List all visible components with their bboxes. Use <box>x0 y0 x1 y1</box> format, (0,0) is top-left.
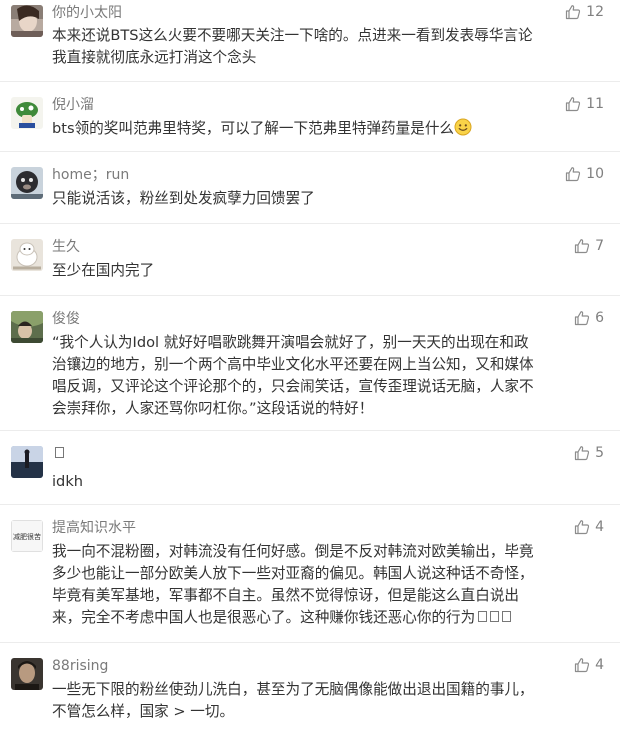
username[interactable]: 88rising <box>52 657 108 675</box>
comment-text-line: 只能说活该，粉丝到处发疯孽力回馈罢了 <box>52 190 315 207</box>
thumbs-up-icon <box>574 310 590 326</box>
like-button[interactable]: 6 <box>574 309 604 327</box>
like-count: 4 <box>595 519 604 535</box>
like-button[interactable]: 5 <box>574 444 604 462</box>
thumbs-up-icon <box>574 238 590 254</box>
comment-text-line: idkh <box>52 473 84 490</box>
comment-text-line: 唱反调，又评论这个评论那个的，只会闹笑话，宣传歪理说话无脑，人家不 <box>52 378 534 395</box>
comment-item: 倪小溜 11 bts领的奖叫范弗里特奖，可以了解一下范弗里特弹药量是什么 <box>0 82 620 152</box>
comment-text-line: “我个人认为Idol 就好好唱歌跳舞开演唱会就好了，别一天天的出现在和政 <box>52 334 529 351</box>
comment-text: 至少在国内完了 <box>52 260 604 282</box>
smile-emoji-icon <box>454 118 472 136</box>
comment-text: 本来还说BTS这么火要不要哪天关注一下啥的。点进来一看到发表辱华言论 我直接就彻… <box>52 25 604 69</box>
missing-glyph-icon <box>478 611 488 622</box>
comment-text-line: 多少也能让一部分欧美人放下一些对亚裔的偏见。韩国人说这种话不奇怪， <box>52 565 534 582</box>
comment-text: 我一向不混粉圈，对韩流没有任何好感。倒是不反对韩流对欧美输出，毕竟 多少也能让一… <box>52 541 604 629</box>
comment-text-line: 至少在国内完了 <box>52 262 155 279</box>
thumbs-up-icon <box>574 657 590 673</box>
comment-text: 只能说活该，粉丝到处发疯孽力回馈罢了 <box>52 188 604 210</box>
like-count: 10 <box>586 166 604 182</box>
like-button[interactable]: 7 <box>574 237 604 255</box>
comment-text-line: 会崇拜你，人家还骂你叼杠你。”这段话说的特好！ <box>52 400 374 417</box>
comment-text-segment: 来，完全不考虑中国人也是很恶心了。这种赚你钱还恶心你的行为 <box>52 609 476 626</box>
avatar[interactable] <box>11 658 43 690</box>
comment-text: 一些无下限的粉丝使劲儿洗白，甚至为了无脑偶像能做出退出国籍的事儿， 不管怎么样，… <box>52 679 604 723</box>
thumbs-up-icon <box>565 96 581 112</box>
like-button[interactable]: 4 <box>574 518 604 536</box>
missing-glyph-icon <box>502 611 512 622</box>
avatar[interactable] <box>11 239 43 271</box>
username[interactable]: 提高知识水平 <box>52 519 136 537</box>
like-count: 12 <box>586 4 604 20</box>
like-count: 11 <box>586 96 604 112</box>
comment-text-line: 治镶边的地方，别一个两个高中毕业文化水平还要在网上当公知，又和媒体 <box>52 356 534 373</box>
missing-glyph-icon <box>490 611 500 622</box>
thumbs-up-icon <box>565 4 581 20</box>
like-count: 7 <box>595 238 604 254</box>
like-count: 6 <box>595 310 604 326</box>
comment-text-line: 不管怎么样，国家 > 一切。 <box>52 703 235 720</box>
avatar-text: 减肥很苦 <box>13 532 41 541</box>
avatar[interactable]: 减肥很苦 <box>11 520 43 552</box>
comment-text-line: 毕竟有美军基地，军事都不自主。虽然不觉得惊讶，但是能这么直白说出 <box>52 587 520 604</box>
like-button[interactable]: 12 <box>565 3 604 21</box>
comment-text: idkh <box>52 471 604 493</box>
comment-text-line: 我一向不混粉圈，对韩流没有任何好感。倒是不反对韩流对欧美输出，毕竟 <box>52 543 534 560</box>
thumbs-up-icon <box>565 166 581 182</box>
comment-text-line: 来，完全不考虑中国人也是很恶心了。这种赚你钱还恶心你的行为 <box>52 607 604 629</box>
avatar[interactable] <box>11 97 43 129</box>
like-button[interactable]: 10 <box>565 165 604 183</box>
username[interactable]: 生久 <box>52 238 80 256</box>
comment-item: 生久 7 至少在国内完了 <box>0 224 620 296</box>
comment-text: “我个人认为Idol 就好好唱歌跳舞开演唱会就好了，别一天天的出现在和政 治镶边… <box>52 332 604 420</box>
like-count: 5 <box>595 445 604 461</box>
comment-text-line: 一些无下限的粉丝使劲儿洗白，甚至为了无脑偶像能做出退出国籍的事儿， <box>52 681 534 698</box>
thumbs-up-icon <box>574 519 590 535</box>
missing-glyph-icon <box>55 447 64 458</box>
like-button[interactable]: 11 <box>565 95 604 113</box>
comment-text-line: 我直接就彻底永远打消这个念头 <box>52 49 257 66</box>
like-count: 4 <box>595 657 604 673</box>
like-button[interactable]: 4 <box>574 656 604 674</box>
avatar[interactable] <box>11 446 43 478</box>
comment-list: 你的小太阳 12 本来还说BTS这么火要不要哪天关注一下啥的。点进来一看到发表辱… <box>0 0 620 732</box>
comment-item: 5 idkh <box>0 431 620 505</box>
username[interactable]: 俊俊 <box>52 310 80 328</box>
username[interactable]: home；run <box>52 166 129 184</box>
avatar[interactable] <box>11 311 43 343</box>
username[interactable] <box>52 445 64 463</box>
comment-item: 俊俊 6 “我个人认为Idol 就好好唱歌跳舞开演唱会就好了，别一天天的出现在和… <box>0 296 620 431</box>
comment-item: home；run 10 只能说活该，粉丝到处发疯孽力回馈罢了 <box>0 152 620 224</box>
username[interactable]: 你的小太阳 <box>52 4 122 22</box>
avatar[interactable] <box>11 5 43 37</box>
comment-text: bts领的奖叫范弗里特奖，可以了解一下范弗里特弹药量是什么 <box>52 118 604 140</box>
thumbs-up-icon <box>574 445 590 461</box>
comment-text-line: bts领的奖叫范弗里特奖，可以了解一下范弗里特弹药量是什么 <box>52 120 455 137</box>
comment-text-line: 本来还说BTS这么火要不要哪天关注一下啥的。点进来一看到发表辱华言论 <box>52 27 533 44</box>
avatar[interactable] <box>11 167 43 199</box>
username[interactable]: 倪小溜 <box>52 96 94 114</box>
comment-item: 减肥很苦 提高知识水平 4 我一向不混粉圈，对韩流没有任何好感。倒是不反对韩流对… <box>0 505 620 643</box>
comment-item: 你的小太阳 12 本来还说BTS这么火要不要哪天关注一下啥的。点进来一看到发表辱… <box>0 0 620 82</box>
comment-item: 88rising 4 一些无下限的粉丝使劲儿洗白，甚至为了无脑偶像能做出退出国籍… <box>0 643 620 732</box>
